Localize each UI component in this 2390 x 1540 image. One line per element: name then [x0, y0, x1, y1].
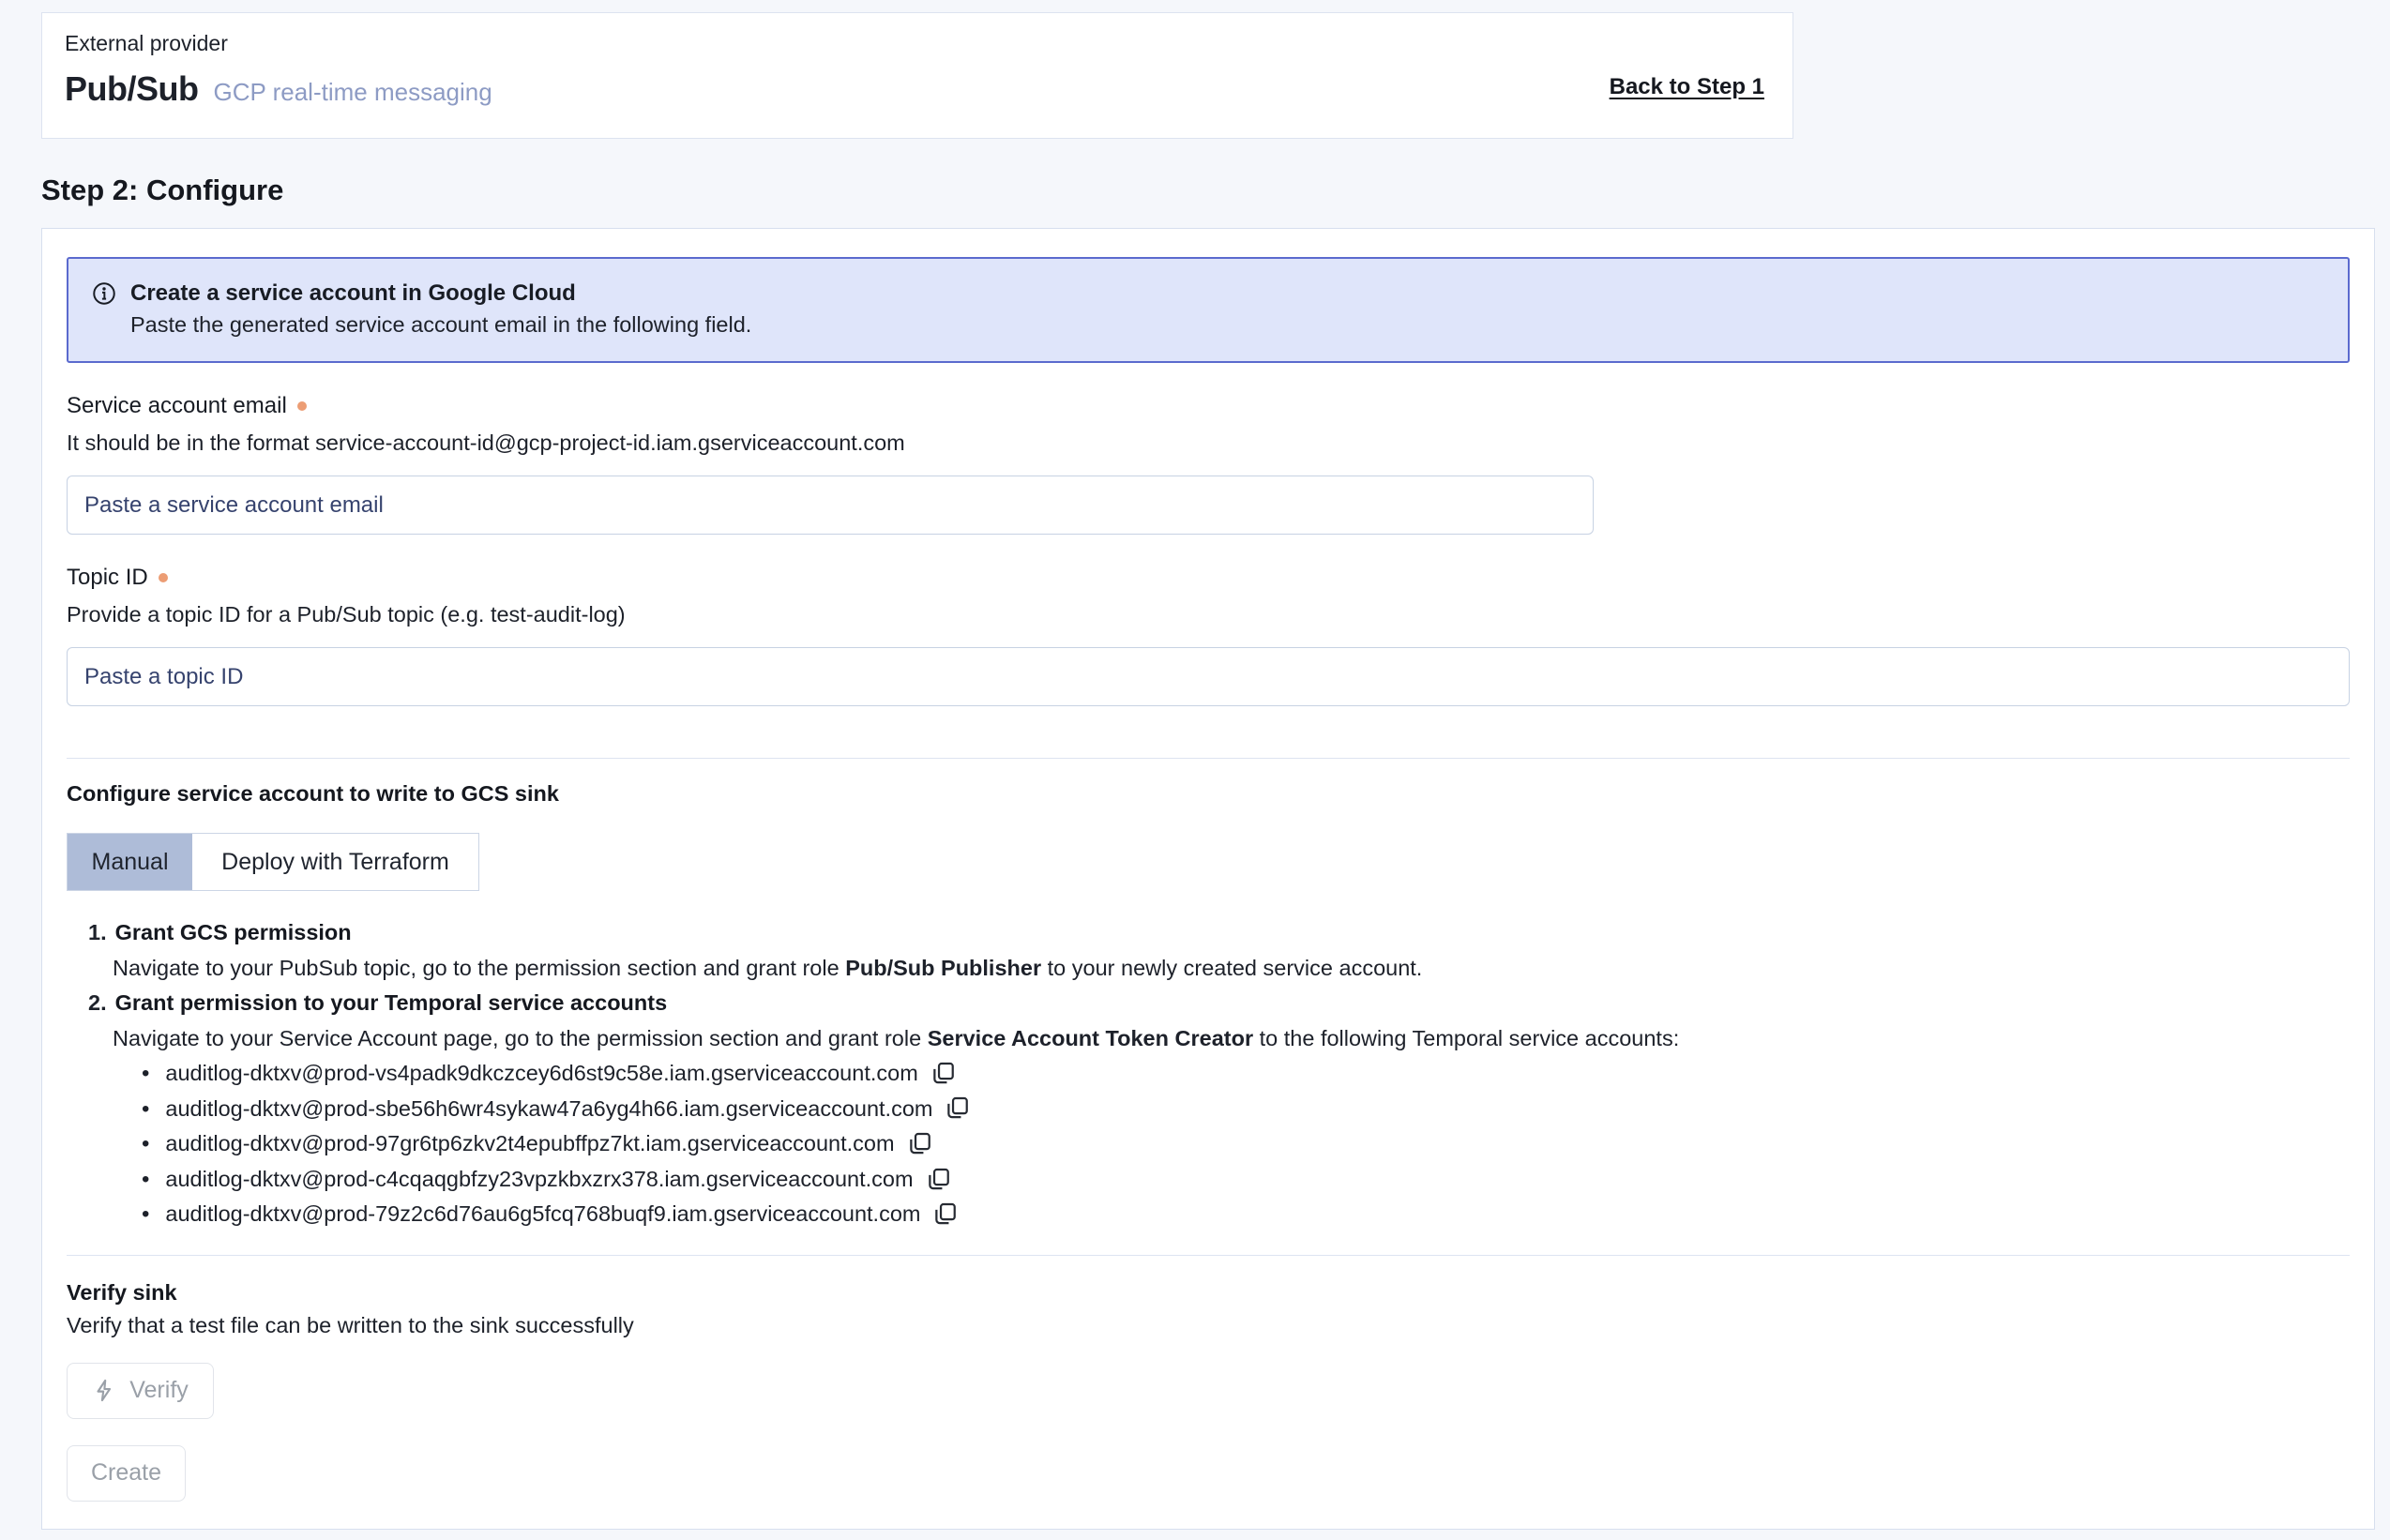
copy-icon[interactable] [906, 1131, 932, 1157]
configure-card: Create a service account in Google Cloud… [41, 228, 2375, 1530]
topic-id-label: Topic ID [67, 564, 148, 592]
page-title: Step 2: Configure [41, 174, 2390, 207]
copy-icon[interactable] [944, 1095, 970, 1122]
info-banner: Create a service account in Google Cloud… [67, 257, 2350, 363]
service-account-email: auditlog-dktxv@prod-vs4padk9dkczcey6d6st… [165, 1056, 917, 1092]
step-2-title-line: 2.Grant permission to your Temporal serv… [88, 986, 2350, 1021]
provider-name-row: Pub/Sub GCP real-time messaging [65, 69, 492, 109]
service-account-email: auditlog-dktxv@prod-sbe56h6wr4sykaw47a6y… [165, 1092, 932, 1127]
required-indicator [159, 573, 168, 582]
configure-section-title: Configure service account to write to GC… [67, 781, 2350, 807]
service-account-item: auditlog-dktxv@prod-vs4padk9dkczcey6d6st… [142, 1056, 2350, 1092]
service-account-email-label: Service account email [67, 392, 287, 420]
step-2-title: Grant permission to your Temporal servic… [115, 990, 668, 1015]
role-token-creator: Service Account Token Creator [928, 1026, 1253, 1050]
provider-tagline: GCP real-time messaging [214, 78, 492, 107]
topic-id-helper: Provide a topic ID for a Pub/Sub topic (… [67, 599, 2350, 629]
copy-icon[interactable] [931, 1201, 958, 1228]
step-1-title: Grant GCS permission [115, 920, 352, 944]
create-button[interactable]: Create [67, 1445, 186, 1502]
configure-tabs: Manual Deploy with Terraform [67, 833, 479, 891]
required-indicator [297, 401, 307, 411]
verify-sink-title: Verify sink [67, 1280, 2350, 1306]
service-account-item: auditlog-dktxv@prod-sbe56h6wr4sykaw47a6y… [142, 1092, 2350, 1127]
info-banner-description: Paste the generated service account emai… [130, 309, 2325, 340]
manual-instructions: 1.Grant GCS permission Navigate to your … [88, 915, 2350, 1232]
service-account-list: auditlog-dktxv@prod-vs4padk9dkczcey6d6st… [142, 1056, 2350, 1232]
service-account-email-helper: It should be in the format service-accou… [67, 428, 2350, 458]
provider-info: External provider Pub/Sub GCP real-time … [65, 29, 492, 138]
service-account-email: auditlog-dktxv@prod-c4cqaqgbfzy23vpzkbxz… [165, 1162, 913, 1198]
provider-name: Pub/Sub [65, 69, 199, 109]
service-account-item: auditlog-dktxv@prod-c4cqaqgbfzy23vpzkbxz… [142, 1162, 2350, 1198]
copy-icon[interactable] [930, 1061, 956, 1087]
provider-eyebrow: External provider [65, 29, 492, 57]
tab-manual[interactable]: Manual [68, 834, 192, 890]
back-to-step-1-link[interactable]: Back to Step 1 [1610, 74, 1764, 138]
verify-button[interactable]: Verify [67, 1363, 214, 1419]
service-account-email: auditlog-dktxv@prod-79z2c6d76au6g5fcq768… [165, 1197, 920, 1232]
role-pubsub-publisher: Pub/Sub Publisher [845, 956, 1041, 980]
step-1-description: Navigate to your PubSub topic, go to the… [113, 951, 2350, 987]
service-account-item: auditlog-dktxv@prod-97gr6tp6zkv2t4epubff… [142, 1126, 2350, 1162]
zap-icon [92, 1378, 117, 1403]
tab-deploy-with-terraform[interactable]: Deploy with Terraform [192, 834, 478, 890]
service-account-item: auditlog-dktxv@prod-79z2c6d76au6g5fcq768… [142, 1197, 2350, 1232]
service-account-email: auditlog-dktxv@prod-97gr6tp6zkv2t4epubff… [165, 1126, 894, 1162]
service-account-email-input[interactable] [67, 476, 1594, 535]
section-divider [67, 758, 2350, 759]
provider-card: External provider Pub/Sub GCP real-time … [41, 12, 1793, 139]
info-icon [91, 280, 117, 307]
step-2-description: Navigate to your Service Account page, g… [113, 1021, 2350, 1057]
topic-id-input[interactable] [67, 647, 2350, 706]
info-banner-title: Create a service account in Google Cloud [130, 278, 576, 309]
copy-icon[interactable] [925, 1167, 951, 1193]
verify-sink-description: Verify that a test file can be written t… [67, 1310, 2350, 1341]
section-divider [67, 1255, 2350, 1256]
step-1-title-line: 1.Grant GCS permission [88, 915, 2350, 951]
